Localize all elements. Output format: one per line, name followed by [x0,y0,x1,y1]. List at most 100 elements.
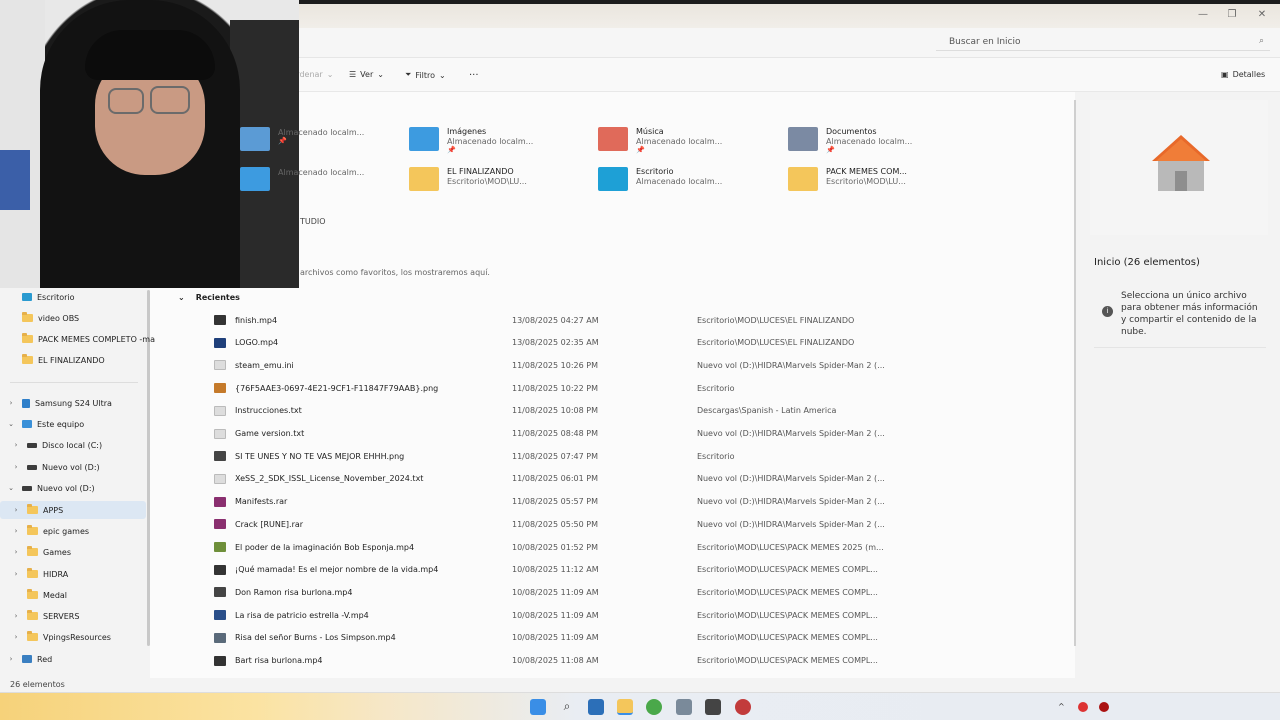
sidebar-tree-item[interactable]: › HIDRA [0,565,146,583]
recent-section-header[interactable]: ⌄ Recientes [178,293,240,302]
sidebar-tree-item[interactable]: › Red [0,650,146,668]
view-button[interactable]: ☰ Ver ⌄ [349,70,384,79]
file-row[interactable]: finish.mp4 13/08/2025 04:27 AM Escritorio\… [214,309,1074,331]
file-row[interactable]: steam_emu.ini 11/08/2025 10:26 PM Nuevo vo… [214,354,1074,376]
folder-icon [409,167,439,191]
sidebar-tree-item[interactable]: › Games [0,543,146,561]
folder-icon [27,568,38,578]
chevron-down-icon: ⌄ [439,70,446,80]
sidebar-tree-item[interactable]: ⌄ Este equipo [0,415,146,433]
quick-access-item[interactable]: Documentos Almacenado localm... 📌 [788,127,968,154]
file-date: 10/08/2025 11:09 AM [512,610,599,620]
details-button[interactable]: ▣ Detalles [1221,70,1265,79]
taskbar-search-icon[interactable]: ⌕ [559,699,575,715]
file-row[interactable]: El poder de la imaginación Bob Esponja.m… [214,536,1074,558]
chevron-icon[interactable]: › [11,612,21,620]
sidebar-item-label: Medal [43,590,68,600]
taskbar-app-icon[interactable] [735,699,751,715]
file-row[interactable]: Instrucciones.txt 11/08/2025 10:08 PM Desc… [214,400,1074,422]
quick-access-item[interactable]: Almacenado localm... [240,167,420,191]
file-name: Manifests.rar [235,497,288,507]
chevron-icon[interactable]: › [11,463,21,471]
quick-access-location: Almacenado localm... [636,177,723,186]
file-row[interactable]: XeSS_2_SDK_ISSL_License_November_2024.tx… [214,468,1074,490]
file-icon [214,519,226,530]
file-location: Nuevo vol (D:)\HIDRA\Marvels Spider-Man … [697,497,885,507]
chevron-icon[interactable]: ⌄ [6,420,16,428]
sidebar-tree-item[interactable]: Medal [0,586,146,604]
sidebar-pinned-item[interactable]: PACK MEMES COMPLETO -ma [22,330,168,348]
more-options-button[interactable]: ··· [469,70,479,81]
chevron-icon[interactable]: ⌄ [6,484,16,492]
chevron-icon[interactable]: › [11,633,21,641]
file-explorer-icon[interactable] [617,699,633,715]
chevron-icon[interactable]: › [11,527,21,535]
file-row[interactable]: LOGO.mp4 13/08/2025 02:35 AM Escritorio\MO… [214,332,1074,354]
sidebar-tree-item[interactable]: › Disco local (C:) [0,436,146,454]
maximize-button[interactable]: ❐ [1222,8,1242,22]
file-location: Escritorio [697,383,735,393]
minimize-button[interactable]: — [1193,8,1213,22]
file-row[interactable]: La risa de patricio estrella -V.mp4 10/08… [214,604,1074,626]
sidebar-tree-item[interactable]: ⌄ Nuevo vol (D:) [0,479,146,497]
start-button[interactable] [530,699,546,715]
chevron-icon[interactable]: › [6,655,16,663]
file-icon [214,587,226,598]
file-row[interactable]: {76F5AAE3-0697-4E21-9CF1-F11847F79AAB}.p… [214,377,1074,399]
file-date: 10/08/2025 11:09 AM [512,587,599,597]
quick-access-name: Música [636,127,664,136]
file-row[interactable]: Manifests.rar 11/08/2025 05:57 PM Nuevo vo… [214,491,1074,513]
view-icon: ☰ [349,70,357,79]
file-icon [214,428,226,439]
chevron-icon[interactable]: › [11,548,21,556]
file-row[interactable]: Don Ramon risa burlona.mp4 10/08/2025 11:… [214,581,1074,603]
sidebar-tree-item[interactable]: › SERVERS [0,607,146,625]
sidebar-tree-item[interactable]: › epic games [0,522,146,540]
quick-access-item[interactable]: EL FINALIZANDO Escritorio\MOD\LU... [409,167,589,191]
sidebar-item-label: video OBS [38,313,80,323]
search-input[interactable]: Buscar en Inicio ⌕ [936,33,1270,51]
quick-access-item[interactable]: Música Almacenado localm... 📌 [598,127,778,154]
chevron-icon[interactable]: › [11,506,21,514]
browser-icon[interactable] [646,699,662,715]
file-row[interactable]: Risa del señor Burns - Los Simpson.mp4 10… [214,627,1074,649]
chevron-down-icon: ⌄ [326,70,334,79]
file-date: 11/08/2025 07:47 PM [512,451,598,461]
quick-access-item[interactable]: Almacenado localm... 📌 [240,127,420,151]
drive-icon [27,442,37,448]
sidebar-pinned-item[interactable]: video OBS [22,309,168,327]
file-name: steam_emu.ini [235,360,294,370]
file-date: 10/08/2025 01:52 PM [512,542,598,552]
pin-icon: 📌 [278,137,287,145]
file-row[interactable]: SI TE UNES Y NO TE VAS MEJOR EHHH.png 11/… [214,445,1074,467]
desktop-icon [22,293,32,301]
partial-label: TUDIO [300,217,326,226]
details-info-text: Selecciona un único archivo para obtener… [1121,291,1258,337]
sidebar-pinned-item[interactable]: EL FINALIZANDO [22,351,168,369]
sidebar-tree-item[interactable]: › Samsung S24 Ultra [0,394,146,412]
sidebar-tree-item[interactable]: › VpingsResources [0,628,146,646]
file-icon [214,610,226,621]
chevron-icon[interactable]: › [6,399,16,407]
sidebar-pinned-item[interactable]: Escritorio [22,288,168,306]
taskbar-app-icon[interactable] [588,699,604,715]
sidebar-tree-item[interactable]: › APPS [0,501,146,519]
tray-chevron-icon[interactable]: ^ [1058,702,1065,711]
settings-icon[interactable] [676,699,692,715]
close-button[interactable]: ✕ [1252,8,1272,22]
quick-access-item[interactable]: PACK MEMES COM... Escritorio\MOD\LU... [788,167,968,191]
filter-button[interactable]: ⏷ Filtro ⌄ [405,70,446,80]
tray-app-icon[interactable] [1078,702,1088,712]
sidebar-tree-item[interactable]: › Nuevo vol (D:) [0,458,146,476]
taskbar-app-icon[interactable] [705,699,721,715]
chevron-icon[interactable]: › [11,441,21,449]
tray-app-icon[interactable] [1099,702,1109,712]
quick-access-name: Imágenes [447,127,487,136]
chevron-icon[interactable]: › [11,570,21,578]
file-row[interactable]: Crack [RUNE].rar 11/08/2025 05:50 PM Nuevo… [214,513,1074,535]
file-row[interactable]: ¡Qué mamada! Es el mejor nombre de la vi… [214,559,1074,581]
quick-access-item[interactable]: Escritorio Almacenado localm... [598,167,778,191]
file-row[interactable]: Game version.txt 11/08/2025 08:48 PM Nuevo… [214,423,1074,445]
quick-access-item[interactable]: Imágenes Almacenado localm... 📌 [409,127,589,154]
file-row[interactable]: Bart risa burlona.mp4 10/08/2025 11:08 AM… [214,650,1074,672]
